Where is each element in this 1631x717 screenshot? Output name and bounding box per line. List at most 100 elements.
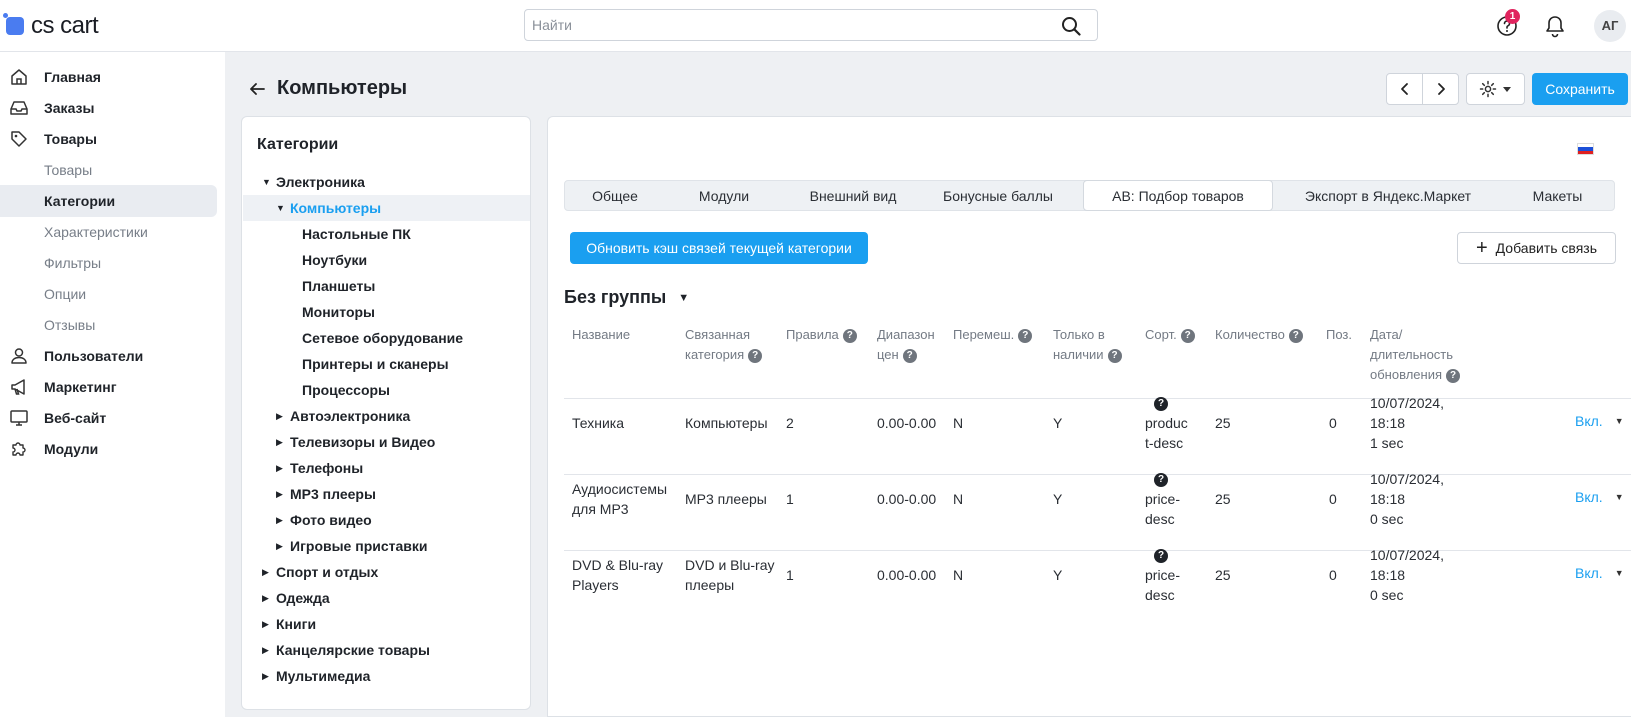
tree-item[interactable]: ▶ Канцелярские товары — [262, 637, 430, 663]
tab-yandex-export[interactable]: Экспорт в Яндекс.Маркет — [1277, 181, 1499, 210]
settings-dropdown-button[interactable] — [1466, 73, 1525, 105]
tree-item[interactable]: Планшеты — [302, 273, 375, 299]
save-button[interactable]: Сохранить — [1532, 73, 1628, 105]
tree-item[interactable]: Настольные ПК — [302, 221, 411, 247]
sidebar-item-home[interactable]: Главная — [0, 61, 217, 93]
tree-item[interactable]: ▶ Телефоны — [276, 455, 363, 481]
logo[interactable]: cs cart — [3, 12, 99, 40]
sidebar-subitem-filters[interactable]: Фильтры — [0, 247, 217, 279]
caret-right-icon[interactable]: ▶ — [262, 671, 274, 682]
tree-item[interactable]: ▶ Книги — [262, 611, 316, 637]
avatar[interactable]: АГ — [1594, 10, 1626, 42]
tree-item[interactable]: ▶ Спорт и отдых — [262, 559, 378, 585]
caret-right-icon[interactable]: ▶ — [262, 645, 274, 656]
tree-item[interactable]: ▶ Телевизоры и Видео — [276, 429, 435, 455]
caret-right-icon[interactable]: ▶ — [262, 567, 274, 578]
language-flag-icon[interactable] — [1577, 143, 1594, 155]
categories-title: Категории — [257, 136, 339, 153]
back-arrow-icon[interactable] — [248, 80, 266, 98]
sidebar-subitem-products[interactable]: Товары — [0, 154, 217, 186]
top-bar: cs cart 1 АГ — [0, 0, 1631, 52]
tree-item[interactable]: ▶ Игровые приставки — [276, 533, 428, 559]
caret-down-icon: ▼ — [1614, 492, 1624, 502]
caret-right-icon[interactable]: ▶ — [276, 463, 288, 474]
status-dropdown[interactable]: Вкл. ▼ — [1575, 413, 1624, 429]
column-header-shuffle: Перемеш.? — [953, 325, 1033, 345]
cell-name[interactable]: DVD & Blu-ray Players — [572, 555, 677, 595]
caret-right-icon[interactable]: ▶ — [276, 437, 288, 448]
caret-right-icon[interactable]: ▶ — [276, 489, 288, 500]
tab-general[interactable]: Общее — [565, 181, 665, 210]
sidebar-item-users[interactable]: Пользователи — [0, 340, 217, 372]
tree-item[interactable]: Мониторы — [302, 299, 375, 325]
tabs: Общее Модули Внешний вид Бонусные баллы … — [564, 180, 1615, 211]
bell-icon[interactable] — [1544, 14, 1566, 38]
tab-appearance[interactable]: Внешний вид — [783, 181, 923, 210]
cell-updated: 10/07/2024, 18:18 1 sec — [1370, 395, 1444, 451]
caret-down-icon[interactable]: ▼ — [262, 177, 274, 187]
tab-product-selection[interactable]: AB: Подбор товаров — [1083, 180, 1273, 211]
caret-right-icon[interactable]: ▶ — [276, 515, 288, 526]
cell-position: 0 — [1329, 415, 1337, 431]
help-tooltip-icon[interactable]: ? — [902, 348, 917, 363]
help-tooltip-icon[interactable]: ? — [1107, 348, 1122, 363]
sidebar-subitem-categories[interactable]: Категории — [0, 185, 217, 217]
add-link-button[interactable]: + Добавить связь — [1457, 232, 1616, 264]
help-tooltip-icon[interactable]: ? — [1180, 328, 1195, 343]
help-tooltip-icon[interactable]: ? — [1018, 328, 1033, 343]
tab-addons[interactable]: Модули — [665, 181, 783, 210]
tab-reward-points[interactable]: Бонусные баллы — [923, 181, 1073, 210]
tree-item[interactable]: Сетевое оборудование — [302, 325, 463, 351]
tree-item[interactable]: ▶ Одежда — [262, 585, 330, 611]
prev-button[interactable] — [1386, 73, 1423, 105]
sidebar-item-products[interactable]: Товары — [0, 123, 217, 155]
cell-name[interactable]: Аудиосистемы для MP3 — [572, 479, 677, 519]
cell-amount: 25 — [1215, 415, 1231, 431]
status-dropdown[interactable]: Вкл. ▼ — [1575, 489, 1624, 505]
sidebar-subitem-features[interactable]: Характеристики — [0, 216, 217, 248]
search-icon[interactable] — [1061, 16, 1081, 36]
tree-item-active[interactable]: ▼ Компьютеры — [276, 195, 381, 221]
tree-item[interactable]: ▶ Фото видео — [276, 507, 372, 533]
caret-down-icon[interactable]: ▼ — [276, 203, 288, 213]
column-header-in-stock: Только в наличии? — [1053, 325, 1133, 365]
cell-rules: 2 — [786, 415, 794, 431]
sidebar-subitem-options[interactable]: Опции — [0, 278, 217, 310]
cell-price-range: 0.00-0.00 — [877, 491, 937, 507]
help-tooltip-icon[interactable]: ? — [1446, 368, 1460, 383]
caret-right-icon[interactable]: ▶ — [262, 619, 274, 630]
group-title[interactable]: Без группы ▼ — [564, 287, 689, 308]
sidebar-item-addons[interactable]: Модули — [0, 433, 217, 465]
help-tooltip-icon[interactable]: ? — [1154, 397, 1168, 412]
chevron-left-icon — [1400, 83, 1408, 95]
column-header-sort: Сорт.? — [1145, 325, 1195, 345]
status-dropdown[interactable]: Вкл. ▼ — [1575, 565, 1624, 581]
search-input[interactable] — [525, 10, 1025, 40]
sidebar-subitem-reviews[interactable]: Отзывы — [0, 309, 217, 341]
tree-item[interactable]: ▶ Мультимедиа — [262, 663, 370, 689]
tree-item[interactable]: ▶ MP3 плееры — [276, 481, 376, 507]
cell-updated: 10/07/2024, 18:18 0 sec — [1370, 471, 1444, 527]
tab-layouts[interactable]: Макеты — [1499, 181, 1616, 210]
caret-right-icon[interactable]: ▶ — [276, 541, 288, 552]
next-button[interactable] — [1422, 73, 1459, 105]
tree-item[interactable]: Ноутбуки — [302, 247, 367, 273]
help-tooltip-icon[interactable]: ? — [842, 328, 857, 343]
caret-down-icon[interactable]: ▼ — [678, 292, 689, 304]
tree-item[interactable]: ▶ Автоэлектроника — [276, 403, 410, 429]
help-tooltip-icon[interactable]: ? — [748, 348, 763, 363]
caret-right-icon[interactable]: ▶ — [262, 593, 274, 604]
sidebar-item-marketing[interactable]: Маркетинг — [0, 371, 217, 403]
sidebar-item-orders[interactable]: Заказы — [0, 92, 217, 124]
sidebar-item-website[interactable]: Веб-сайт — [0, 402, 217, 434]
help-tooltip-icon[interactable]: ? — [1154, 549, 1168, 564]
help-tooltip-icon[interactable]: ? — [1288, 328, 1303, 343]
tree-item[interactable]: ▼ Электроника — [262, 169, 365, 195]
tree-item[interactable]: Принтеры и сканеры — [302, 351, 449, 377]
help-tooltip-icon[interactable]: ? — [1154, 473, 1168, 488]
cell-name[interactable]: Техника — [572, 413, 624, 433]
refresh-cache-button[interactable]: Обновить кэш связей текущей категории — [570, 232, 868, 264]
tag-icon — [11, 131, 27, 147]
tree-item[interactable]: Процессоры — [302, 377, 390, 403]
caret-right-icon[interactable]: ▶ — [276, 411, 288, 422]
